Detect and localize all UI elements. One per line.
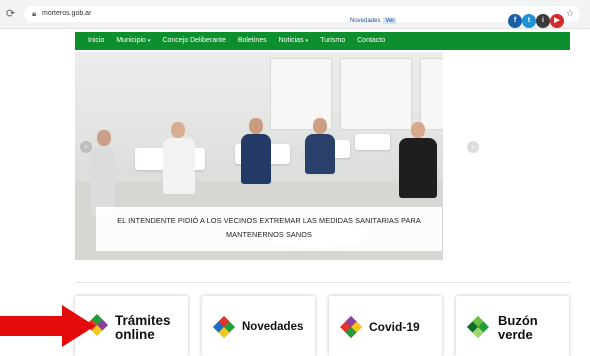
url-text[interactable]: morteros.gob.ar (42, 8, 91, 20)
nav-item-boletines[interactable]: Boletines (232, 32, 273, 50)
carousel-next-button[interactable]: › (467, 141, 479, 153)
nav-label: Concejo Deliberante (162, 37, 226, 44)
photo-window (340, 58, 412, 130)
photo-window (420, 58, 443, 130)
card-buzon-verde[interactable]: Buzón verde (456, 296, 569, 356)
carousel-caption-text[interactable]: EL INTENDENTE PIDIÓ A LOS VECINOS EXTREM… (102, 214, 436, 242)
chevron-down-icon: ▾ (305, 38, 309, 44)
nav-item-inicio[interactable]: Inicio (75, 32, 110, 50)
twitter-icon[interactable]: t (522, 14, 536, 28)
facebook-icon[interactable]: f (508, 14, 522, 28)
reload-icon[interactable]: ⟳ (6, 8, 16, 20)
carousel-prev-button[interactable]: ‹ (80, 141, 92, 153)
news-notice-text: Novedades (350, 18, 381, 24)
card-covid-19[interactable]: Covid-19 (329, 296, 442, 356)
nav-label: Inicio (88, 37, 105, 44)
main-nav: Inicio Municipio ▾ Concejo Deliberante Bo… (75, 32, 570, 50)
card-label: Trámites online (115, 313, 171, 342)
card-label: Covid-19 (369, 320, 420, 334)
section-divider (75, 282, 570, 283)
browser-toolbar: ⟳ 🔒︎ morteros.gob.ar ☆ (0, 0, 590, 29)
nav-label: Municipio (116, 37, 146, 44)
nav-item-noticias[interactable]: Noticias ▾ (273, 32, 314, 50)
nav-label: Noticias (278, 37, 304, 44)
address-bar[interactable]: 🔒︎ morteros.gob.ar ☆ (24, 6, 580, 22)
nav-label: Turismo (320, 37, 346, 44)
carousel-caption[interactable]: EL INTENDENTE PIDIÓ A LOS VECINOS EXTREM… (96, 207, 442, 251)
bookmark-star-icon[interactable]: ☆ (566, 7, 574, 21)
diamond-logo-icon (213, 316, 235, 338)
nav-label: Boletines (237, 37, 267, 44)
card-label: Buzón verde (498, 313, 538, 342)
youtube-icon[interactable]: ▶ (550, 14, 564, 28)
news-notice[interactable]: Novedades Ver (350, 17, 397, 25)
red-arrow-icon (0, 305, 95, 347)
diamond-logo-icon (340, 316, 362, 338)
card-novedades[interactable]: Novedades (202, 296, 315, 356)
photo-bed (355, 134, 390, 150)
news-notice-link[interactable]: Ver (383, 18, 397, 24)
diamond-logo-icon (467, 316, 489, 338)
nav-item-municipio[interactable]: Municipio ▾ (110, 32, 156, 50)
nav-item-concejo[interactable]: Concejo Deliberante (156, 32, 231, 50)
nav-item-turismo[interactable]: Turismo (314, 32, 351, 50)
nav-label: Contacto (357, 37, 386, 44)
card-label: Novedades (242, 321, 304, 333)
instagram-icon[interactable]: i (536, 14, 550, 28)
chevron-down-icon: ▾ (147, 38, 151, 44)
nav-item-contacto[interactable]: Contacto (351, 32, 391, 50)
lock-icon: 🔒︎ (32, 9, 37, 18)
